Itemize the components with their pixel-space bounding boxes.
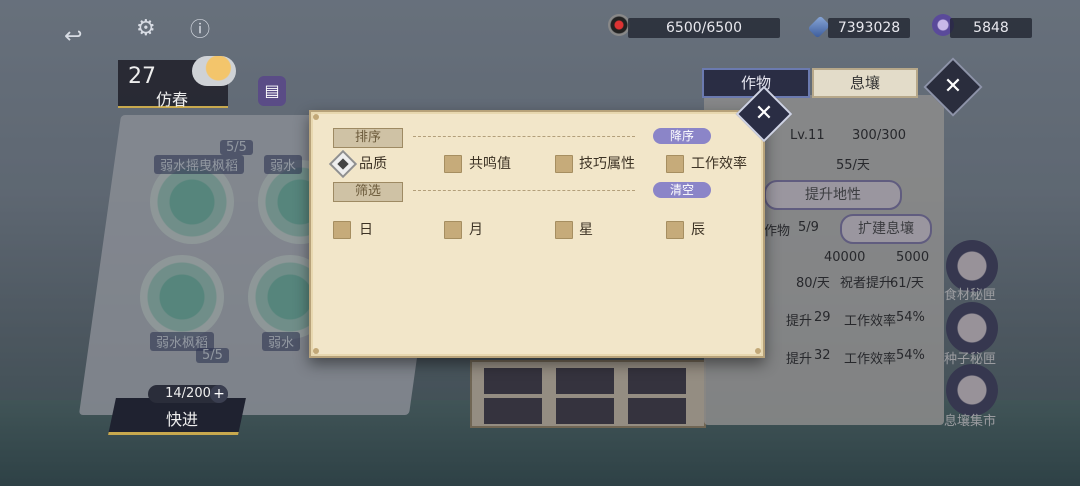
back-icon[interactable]: ↩ <box>64 26 82 48</box>
filter-option-label: 辰 <box>691 222 705 238</box>
section-divider <box>413 190 635 191</box>
filter-option-label: 星 <box>579 222 593 238</box>
sort-efficiency-checkbox[interactable] <box>666 155 684 173</box>
stamina-icon <box>608 14 630 36</box>
close-icon: ✕ <box>943 74 963 99</box>
quick-forward-label: 快进 <box>166 410 199 429</box>
corner-ornament <box>313 114 319 120</box>
crystal-counter: 5848 <box>950 18 1032 38</box>
tab-land[interactable]: 息壤 <box>812 68 918 98</box>
filter-chen-checkbox[interactable] <box>666 221 684 239</box>
add-slot-icon[interactable]: + <box>210 385 228 403</box>
sort-option-label: 技巧属性 <box>579 156 635 172</box>
close-icon: ✕ <box>754 101 774 126</box>
sort-option-label: 品质 <box>359 156 387 172</box>
sort-order-button[interactable]: 降序 <box>653 128 711 144</box>
filter-modal: 排序 降序 品质 共鸣值 技巧属性 工作效率 筛选 清空 日 月 星 辰 <box>309 110 765 358</box>
stamina-counter: 6500/6500 <box>628 18 780 38</box>
filter-star-checkbox[interactable] <box>555 221 573 239</box>
sort-option-label: 共鸣值 <box>469 156 511 172</box>
filter-option-label: 日 <box>359 222 373 238</box>
sort-quality-radio[interactable] <box>328 149 358 179</box>
sort-option-label: 工作效率 <box>691 156 747 172</box>
corner-ornament <box>755 348 761 354</box>
filter-option-label: 月 <box>469 222 483 238</box>
season-label: 仿春 <box>156 90 189 109</box>
section-divider <box>413 136 635 137</box>
weather-icon <box>192 56 236 86</box>
clear-filter-button[interactable]: 清空 <box>653 182 711 198</box>
gem-counter: 7393028 <box>828 18 910 38</box>
filter-sun-checkbox[interactable] <box>333 221 351 239</box>
day-number: 27 <box>128 64 156 89</box>
settings-icon[interactable]: ⚙ <box>136 18 156 40</box>
info-icon[interactable]: ⓘ <box>190 18 210 40</box>
sort-section-title: 排序 <box>333 128 403 148</box>
book-icon[interactable]: ▤ <box>258 76 286 106</box>
filter-moon-checkbox[interactable] <box>444 221 462 239</box>
filter-section-title: 筛选 <box>333 182 403 202</box>
corner-ornament <box>313 348 319 354</box>
sort-resonance-checkbox[interactable] <box>444 155 462 173</box>
sort-skill-checkbox[interactable] <box>555 155 573 173</box>
